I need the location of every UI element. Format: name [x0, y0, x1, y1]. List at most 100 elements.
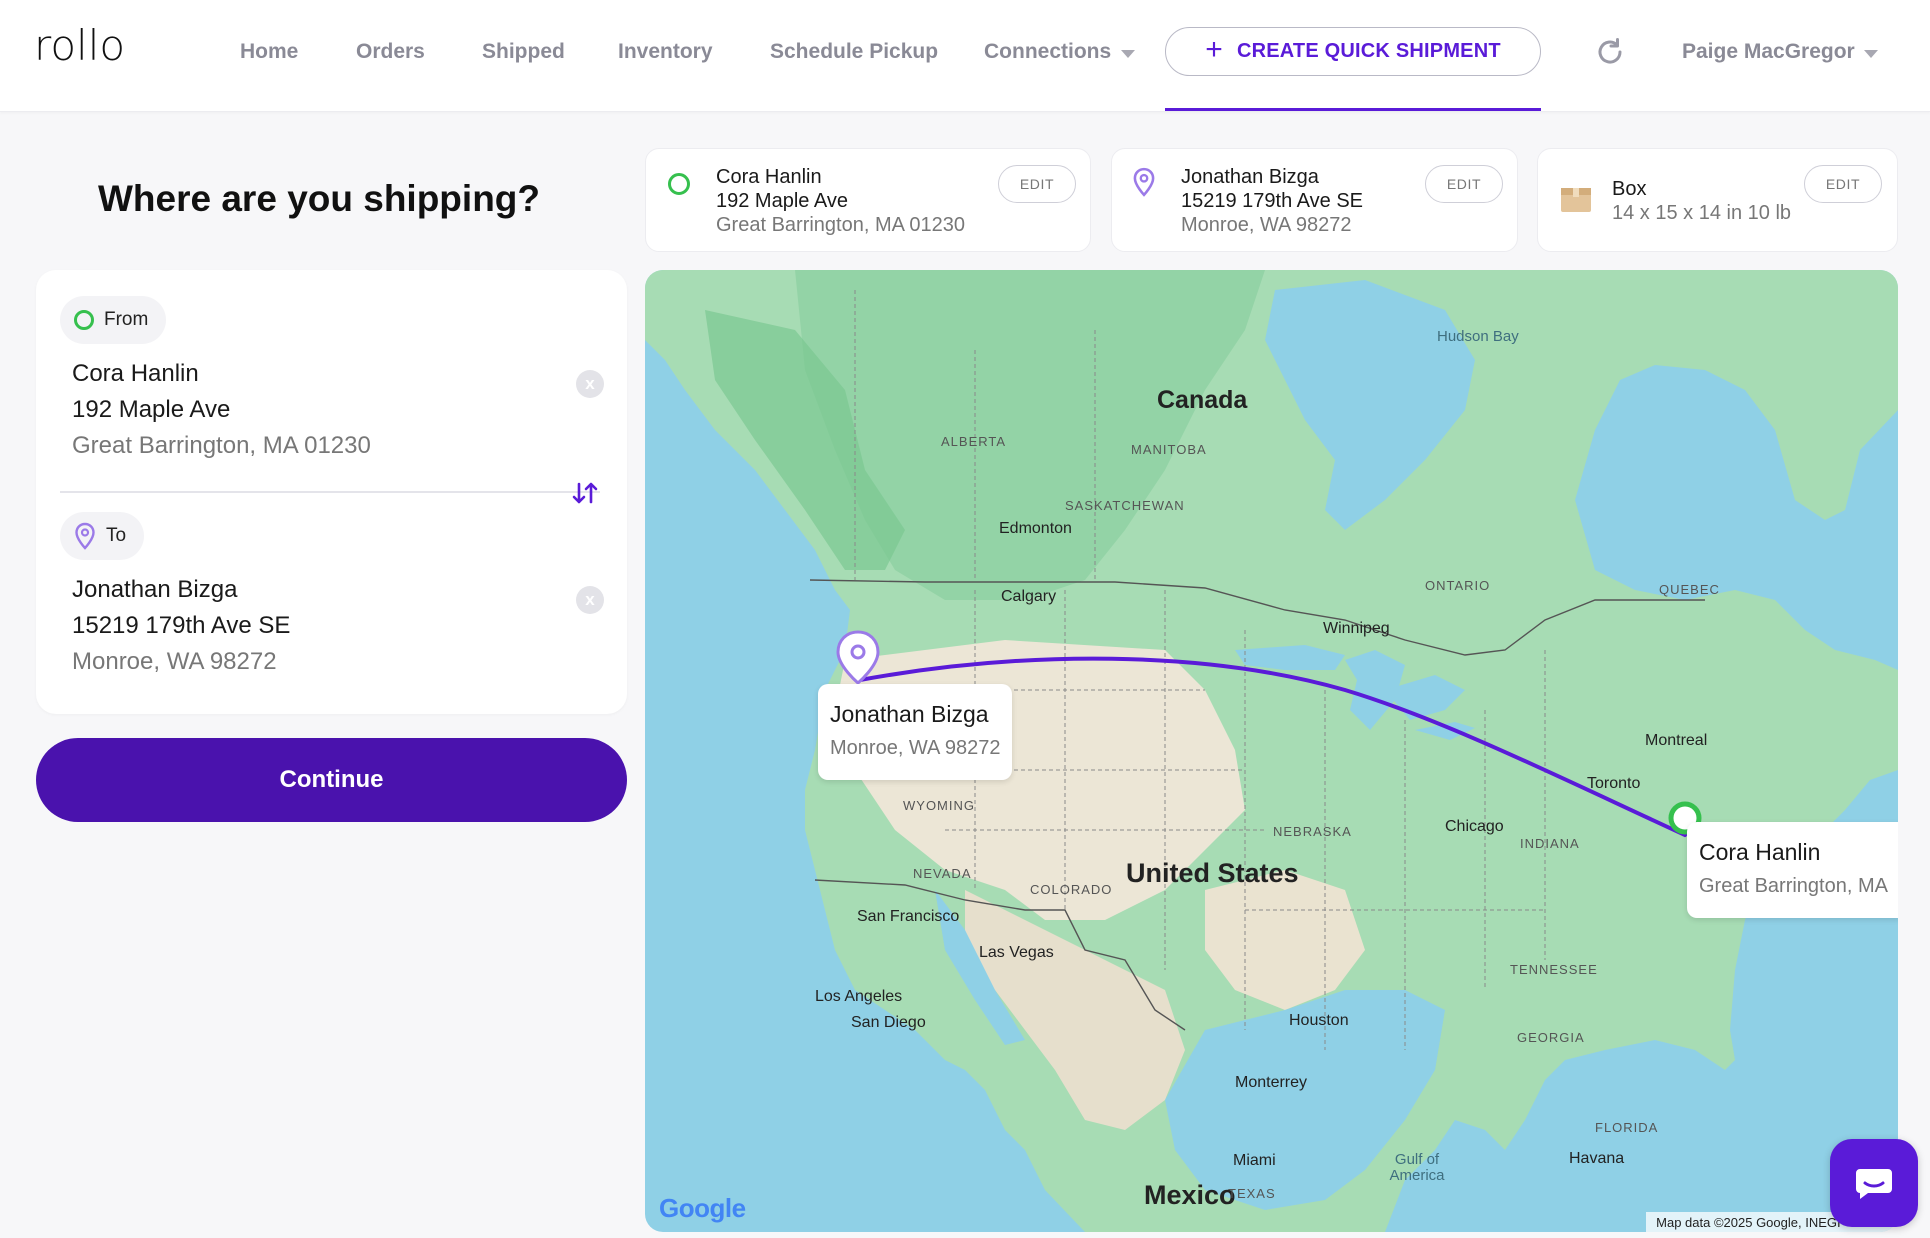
google-logo-text: Google: [659, 1193, 746, 1223]
continue-button[interactable]: Continue: [36, 738, 627, 822]
from-label-pill: From: [60, 296, 167, 344]
to-label: To: [106, 525, 127, 546]
map-city-chicago: Chicago: [1445, 818, 1504, 835]
create-quick-shipment-label: CREATE QUICK SHIPMENT: [1236, 40, 1501, 62]
origin-summary: Cora Hanlin 192 Maple Ave Great Barringt…: [716, 165, 965, 237]
google-logo: Google: [659, 1193, 746, 1224]
map-label-tennessee: TENNESSEE: [1510, 962, 1598, 977]
from-label: From: [104, 309, 149, 330]
map-label-colorado: COLORADO: [1030, 882, 1113, 897]
nav-shipped[interactable]: Shipped: [482, 40, 565, 64]
to-street: 15219 179th Ave SE: [72, 612, 291, 639]
destination-summary-name: Jonathan Bizga: [1181, 166, 1319, 188]
origin-summary-name: Cora Hanlin: [716, 166, 822, 188]
map-city-san-diego: San Diego: [851, 1014, 926, 1031]
package-summary: Box 14 x 15 x 14 in 10 lb: [1612, 177, 1791, 225]
nav-schedule-pickup[interactable]: Schedule Pickup: [770, 40, 938, 64]
map-city-monterrey: Miami: [1233, 1152, 1276, 1169]
nav-orders[interactable]: Orders: [356, 40, 425, 64]
package-type: Box: [1612, 178, 1647, 200]
edit-package-button[interactable]: EDIT: [1804, 165, 1882, 203]
origin-tooltip-city: Great Barrington, MA: [1699, 875, 1888, 897]
top-navbar: rollo Home Orders Shipped Inventory Sche…: [0, 0, 1930, 112]
nav-home[interactable]: Home: [240, 40, 298, 64]
map-city-winnipeg: Winnipeg: [1323, 620, 1390, 637]
destination-pin-icon: [1133, 167, 1155, 197]
swap-addresses-icon[interactable]: [570, 478, 600, 508]
origin-summary-card: Cora Hanlin 192 Maple Ave Great Barringt…: [645, 148, 1091, 252]
package-dims: 14 x 15 x 14 in 10 lb: [1612, 202, 1792, 224]
map-label-mexico: Mexico: [1144, 1180, 1236, 1210]
map-city-montreal: Montreal: [1645, 732, 1708, 749]
map-label-alberta: ALBERTA: [941, 434, 1007, 449]
destination-summary: Jonathan Bizga 15219 179th Ave SE Monroe…: [1181, 165, 1363, 237]
map-label-florida: FLORIDA: [1595, 1120, 1659, 1135]
edit-origin-button[interactable]: EDIT: [998, 165, 1076, 203]
map-label-nebraska: NEBRASKA: [1273, 824, 1352, 839]
map-city-las-vegas: Las Vegas: [979, 944, 1054, 961]
map-label-canada: Canada: [1157, 386, 1248, 414]
map-label-nevada: NEVADA: [913, 866, 972, 881]
destination-tooltip-city: Monroe, WA 98272: [830, 737, 1001, 759]
user-chevron-down-icon[interactable]: [1864, 50, 1878, 58]
edit-destination-button[interactable]: EDIT: [1425, 165, 1503, 203]
destination-tooltip-name: Jonathan Bizga: [830, 701, 989, 727]
map-label-united-states: United States: [1126, 858, 1299, 888]
active-tab-indicator: [1165, 108, 1541, 111]
nav-connections[interactable]: Connections: [984, 40, 1111, 64]
address-divider: [60, 491, 600, 493]
clear-to-button[interactable]: x: [576, 586, 604, 614]
close-icon: x: [585, 590, 595, 609]
map-label-quebec: QUEBEC: [1659, 582, 1720, 597]
rollo-logo[interactable]: rollo: [34, 22, 146, 70]
destination-summary-city: Monroe, WA 98272: [1181, 214, 1352, 236]
user-menu[interactable]: Paige MacGregor: [1682, 40, 1855, 64]
map-label-georgia: GEORGIA: [1517, 1030, 1585, 1045]
refresh-icon[interactable]: [1594, 36, 1626, 68]
map-city-miami: Havana: [1569, 1150, 1625, 1167]
destination-pin-icon: [75, 522, 95, 550]
to-label-pill: To: [60, 512, 145, 560]
map-label-manitoba: MANITOBA: [1131, 442, 1207, 457]
to-city: Monroe, WA 98272: [72, 648, 277, 675]
destination-map-tooltip[interactable]: Jonathan Bizga Monroe, WA 98272: [818, 684, 1013, 780]
address-form-card: From Cora Hanlin 192 Maple Ave Great Bar…: [36, 270, 627, 714]
map-city-dallas: Houston: [1289, 1012, 1349, 1029]
from-street: 192 Maple Ave: [72, 396, 231, 423]
map-city-toronto: Toronto: [1587, 775, 1641, 792]
origin-circle-icon: [74, 310, 94, 330]
box-icon: [1561, 188, 1591, 212]
destination-summary-card: Jonathan Bizga 15219 179th Ave SE Monroe…: [1111, 148, 1518, 252]
create-quick-shipment-button[interactable]: + CREATE QUICK SHIPMENT: [1165, 27, 1541, 76]
map-label-gulf-of-america: Gulf of America: [1389, 1151, 1445, 1184]
origin-tooltip-name: Cora Hanlin: [1699, 839, 1821, 865]
chat-icon: [1856, 1169, 1892, 1199]
chat-support-button[interactable]: [1830, 1139, 1918, 1227]
page-title: Where are you shipping?: [98, 178, 540, 219]
map-city-calgary: Calgary: [1001, 588, 1057, 605]
map-label-hudson-bay: Hudson Bay: [1437, 328, 1519, 345]
map-city-san-francisco: San Francisco: [857, 908, 960, 925]
map-label-saskatchewan: SASKATCHEWAN: [1065, 498, 1185, 513]
to-name: Jonathan Bizga: [72, 576, 238, 603]
route-map[interactable]: Canada United States Mexico Hudson Bay G…: [645, 270, 1898, 1232]
plus-icon: +: [1205, 33, 1223, 66]
origin-map-tooltip[interactable]: Cora Hanlin Great Barrington, MA: [1687, 822, 1898, 918]
from-address[interactable]: Cora Hanlin 192 Maple Ave Great Barringt…: [72, 356, 371, 464]
origin-summary-street: 192 Maple Ave: [716, 190, 848, 212]
to-address[interactable]: Jonathan Bizga 15219 179th Ave SE Monroe…: [72, 572, 290, 680]
map-label-wyoming: WYOMING: [903, 798, 975, 813]
destination-summary-street: 15219 179th Ave SE: [1181, 190, 1364, 212]
map-label-indiana: INDIANA: [1520, 836, 1580, 851]
clear-from-button[interactable]: x: [576, 370, 604, 398]
map-attribution-text: Map data ©2025 Google, INEGI: [1656, 1214, 1841, 1230]
connections-chevron-down-icon[interactable]: [1121, 50, 1135, 58]
from-name: Cora Hanlin: [72, 360, 199, 387]
map-city-houston: Monterrey: [1235, 1074, 1308, 1091]
map-label-ontario: ONTARIO: [1425, 578, 1491, 593]
map-label-texas: TEXAS: [1228, 1186, 1276, 1201]
map-city-los-angeles: Los Angeles: [815, 988, 903, 1005]
close-icon: x: [585, 374, 595, 393]
nav-inventory[interactable]: Inventory: [618, 40, 713, 64]
origin-circle-icon: [668, 173, 690, 195]
